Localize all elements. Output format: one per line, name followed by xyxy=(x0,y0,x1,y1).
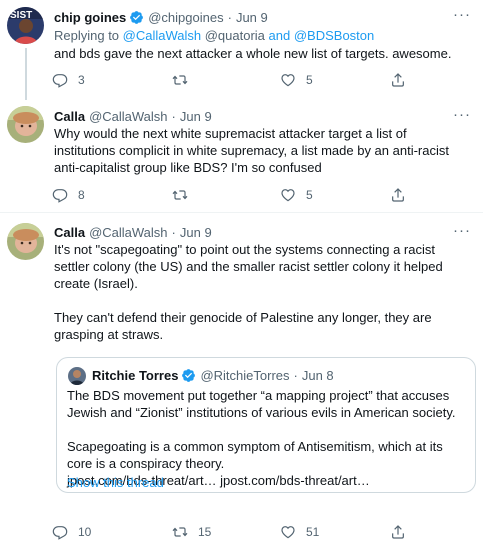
separator-dot: · xyxy=(171,225,176,240)
tweet-2[interactable]: Calla @CallaWalsh · Jun 9 ··· Why would … xyxy=(0,100,483,210)
like-icon xyxy=(281,189,295,202)
quoted-text-paragraph-1: The BDS movement put together “a mapping… xyxy=(67,388,456,420)
like-button[interactable]: 51 xyxy=(280,524,390,541)
quoted-timestamp: Jun 8 xyxy=(301,368,334,383)
tweet-text-paragraph-1: It's not "scapegoating" to point out the… xyxy=(54,242,443,291)
svg-text:SIST: SIST xyxy=(10,10,32,21)
replying-to: Replying to @CallaWalsh @quatoria and @B… xyxy=(54,28,375,43)
reply-icon xyxy=(52,74,68,88)
tweet-text-paragraph-2: They can't defend their genocide of Pale… xyxy=(54,310,432,342)
retweet-icon xyxy=(172,527,188,537)
tweet-text: Why would the next white supremacist att… xyxy=(54,126,449,175)
like-button[interactable]: 5 xyxy=(280,72,390,89)
tweet-divider xyxy=(0,212,483,213)
reply-button[interactable]: 3 xyxy=(52,72,172,89)
author-handle[interactable]: @CallaWalsh xyxy=(89,224,167,241)
reply-count: 3 xyxy=(78,72,85,87)
avatar-ritchie-torres xyxy=(68,367,86,385)
mention-text[interactable]: @quatoria xyxy=(201,28,268,43)
like-count: 5 xyxy=(306,72,313,87)
share-icon xyxy=(392,525,404,539)
reply-count: 10 xyxy=(78,524,92,539)
share-icon xyxy=(392,73,404,87)
timestamp[interactable]: Jun 9 xyxy=(180,224,212,241)
separator-dot: · xyxy=(227,10,232,25)
author-handle[interactable]: @CallaWalsh xyxy=(89,108,167,125)
quoted-tweet[interactable]: Ritchie Torres @RitchieTorres · Jun 8 Th… xyxy=(56,357,476,493)
reply-count: 8 xyxy=(78,187,85,202)
more-icon[interactable]: ··· xyxy=(453,6,471,23)
author-handle[interactable]: @chipgoines xyxy=(148,9,223,26)
more-icon[interactable]: ··· xyxy=(453,222,471,239)
like-count: 5 xyxy=(306,187,313,202)
avatar-calla[interactable] xyxy=(7,223,44,260)
verified-badge-icon xyxy=(130,11,144,24)
reply-button[interactable]: 8 xyxy=(52,187,172,204)
tweet-1[interactable]: SIST chip goines @chipgoines · Jun 9 ···… xyxy=(0,0,483,100)
retweet-icon xyxy=(172,75,188,85)
show-this-thread-link[interactable]: Show this thread xyxy=(67,474,164,491)
reply-icon xyxy=(52,189,68,203)
avatar-calla[interactable] xyxy=(7,106,44,143)
mention-link[interactable]: @BDSBoston xyxy=(294,28,374,43)
author-name[interactable]: Calla xyxy=(54,108,85,125)
share-button[interactable] xyxy=(390,187,406,203)
retweet-button[interactable] xyxy=(172,187,280,203)
reply-button[interactable]: 10 xyxy=(52,524,172,541)
avatar-chip-goines[interactable]: SIST xyxy=(7,7,44,44)
retweet-count: 15 xyxy=(198,524,212,539)
author-name[interactable]: chip goines xyxy=(54,9,126,26)
author-name[interactable]: Calla xyxy=(54,224,85,241)
quoted-author-name: Ritchie Torres xyxy=(92,368,179,383)
more-icon[interactable]: ··· xyxy=(453,106,471,123)
share-icon xyxy=(392,188,404,202)
quoted-text-paragraph-2: Scapegoating is a common symptom of Anti… xyxy=(67,439,443,471)
reply-icon xyxy=(52,526,68,540)
tweet-text: and bds gave the next attacker a whole n… xyxy=(54,46,452,61)
share-button[interactable] xyxy=(390,524,406,540)
like-count: 51 xyxy=(306,524,320,539)
separator-dot: · xyxy=(171,109,176,124)
like-icon xyxy=(281,526,295,539)
verified-badge-icon xyxy=(182,369,196,382)
mention-link[interactable]: @CallaWalsh xyxy=(123,28,201,43)
retweet-icon xyxy=(172,190,188,200)
quoted-author-handle: @RitchieTorres xyxy=(200,368,290,383)
retweet-button[interactable] xyxy=(172,72,280,88)
like-icon xyxy=(281,74,295,87)
timestamp[interactable]: Jun 9 xyxy=(180,108,212,125)
share-button[interactable] xyxy=(390,72,406,88)
tweet-3[interactable]: Calla @CallaWalsh · Jun 9 ··· It's not "… xyxy=(0,216,483,553)
retweet-button[interactable]: 15 xyxy=(172,524,280,541)
like-button[interactable]: 5 xyxy=(280,187,390,204)
separator-dot: · xyxy=(293,368,298,383)
thread-line xyxy=(25,48,27,100)
timestamp[interactable]: Jun 9 xyxy=(236,9,268,26)
